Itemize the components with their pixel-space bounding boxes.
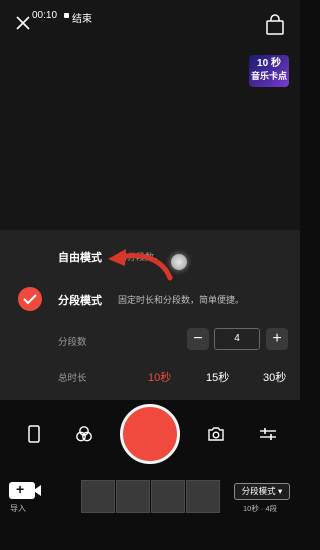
free-mode-option[interactable]: 自由模式 (58, 249, 102, 265)
segment-timeline (81, 480, 221, 513)
segment-slot (81, 480, 115, 513)
segment-mode-option[interactable]: 分段模式 (58, 292, 102, 308)
mode-select[interactable]: 分段模式 ▾ (234, 483, 290, 500)
record-time: 00:10 (32, 10, 58, 21)
end-label: 结束 (72, 14, 92, 25)
plus-icon: + (16, 481, 25, 497)
phone-icon[interactable] (24, 424, 44, 444)
segment-count-label: 分段数 (58, 337, 87, 348)
check-icon (23, 294, 37, 305)
bottom-bar: + 导入 分段模式 ▾ 10秒 · 4段 (0, 475, 300, 550)
chevron-down-icon: ▾ (278, 486, 283, 496)
video-camera-icon (33, 485, 41, 496)
segment-slot (151, 480, 185, 513)
filter-icon[interactable] (74, 424, 94, 444)
increase-button[interactable]: + (266, 328, 288, 350)
segment-slot (186, 480, 220, 513)
mode-select-value: 分段模式 (241, 486, 276, 496)
badge-label: 音乐卡点 (250, 71, 287, 81)
duration-option-10s[interactable]: 10秒 (148, 369, 171, 385)
mode-panel: 自由模式 扣分段数。 分段模式 固定时长和分段数，简单便捷。 分段数 − 4 +… (0, 230, 300, 400)
adjust-icon[interactable] (258, 424, 278, 444)
music-beat-badge[interactable]: 10 秒 音乐卡点 (249, 55, 289, 87)
segment-mode-description: 固定时长和分段数，简单便捷。 (118, 295, 245, 305)
touch-indicator (171, 254, 187, 270)
duration-option-15s[interactable]: 15秒 (206, 369, 229, 385)
camera-preview: 00:10 结束 10 秒 音乐卡点 (0, 0, 300, 230)
import-button[interactable]: + (9, 481, 35, 499)
duration-label: 总时长 (58, 373, 87, 384)
segment-mode-check[interactable] (18, 287, 42, 311)
camera-controls (0, 400, 300, 475)
segment-slot (116, 480, 150, 513)
record-button[interactable] (120, 404, 180, 464)
segment-count-value[interactable]: 4 (214, 328, 260, 350)
shopping-bag-icon[interactable] (264, 14, 286, 36)
stop-icon (64, 13, 69, 18)
badge-duration: 10 秒 (257, 58, 281, 69)
mode-caption: 10秒 · 4段 (243, 504, 278, 513)
decrease-button[interactable]: − (187, 328, 209, 350)
recording-status: 00:10 结束 (0, 10, 300, 26)
camera-screen: 00:10 结束 10 秒 音乐卡点 自由模式 扣分段数。 分段模式 固定时长和… (0, 0, 300, 550)
camera-flip-icon[interactable] (206, 424, 226, 444)
duration-option-30s[interactable]: 30秒 (263, 369, 286, 385)
import-label: 导入 (10, 504, 26, 513)
